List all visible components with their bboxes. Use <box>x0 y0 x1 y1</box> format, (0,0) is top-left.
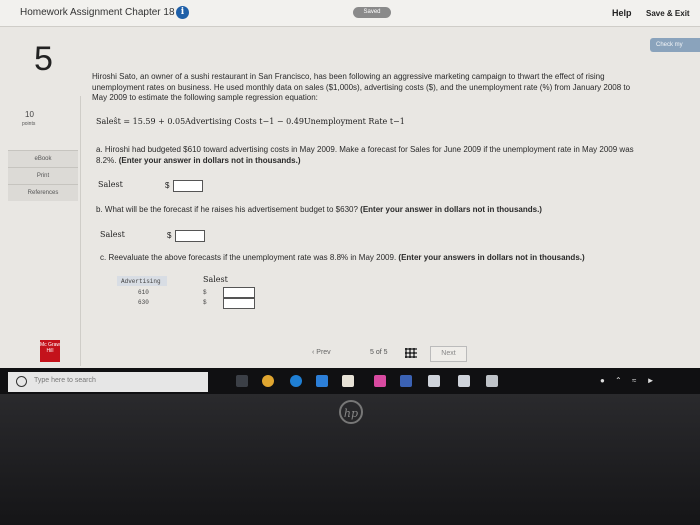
part-a-answer-input[interactable] <box>173 180 203 192</box>
system-tray[interactable]: ● ⌃ ≈ ► <box>600 376 659 385</box>
references-button[interactable]: References <box>8 184 78 201</box>
part-c-text: c. Reevaluate the above forecasts if the… <box>100 253 675 264</box>
question-number: 5 <box>34 40 53 78</box>
row-2-sales-input[interactable] <box>223 298 255 309</box>
store-icon[interactable] <box>342 375 354 387</box>
part-a-dollar: $ <box>165 181 170 190</box>
part-b-answer-input[interactable] <box>175 230 205 242</box>
part-b-sales-label: Salest <box>100 230 125 239</box>
grid-icon[interactable] <box>405 348 417 358</box>
part-c-instruction: (Enter your answers in dollars not in th… <box>398 253 585 262</box>
word-icon[interactable] <box>400 375 412 387</box>
part-b-prompt: b. What will be the forecast if he raise… <box>96 205 358 214</box>
part-a-sales-label: Salest <box>98 180 123 189</box>
app-icon[interactable] <box>374 375 386 387</box>
part-c-prompt: c. Reevaluate the above forecasts if the… <box>100 253 397 262</box>
next-button[interactable]: Next <box>430 346 467 362</box>
question-intro: Hiroshi Sato, an owner of a sushi restau… <box>92 72 631 102</box>
part-b-dollar: $ <box>167 231 172 240</box>
part-a-instruction: (Enter your answer in dollars not in tho… <box>118 155 301 165</box>
saved-status-badge: Saved <box>353 7 391 18</box>
row-2-advertising: 630 <box>138 299 149 306</box>
row-1-advertising: 610 <box>138 289 149 296</box>
assignment-title: Homework Assignment Chapter 18 <box>20 7 175 18</box>
info-icon[interactable]: i <box>176 6 189 19</box>
hp-logo: hp <box>339 400 363 424</box>
browser-screen: Homework Assignment Chapter 18 i Saved H… <box>0 0 700 368</box>
check-my-work-button[interactable]: Check my <box>650 38 700 52</box>
help-button[interactable]: Help <box>612 8 632 18</box>
mail-icon[interactable] <box>428 375 440 387</box>
part-b-text: b. What will be the forecast if he raise… <box>96 205 656 216</box>
chrome-icon[interactable] <box>262 375 274 387</box>
row-2-dollar: $ <box>203 299 207 306</box>
col-header-advertising: Advertising <box>121 278 161 285</box>
prev-label: Prev <box>316 349 331 356</box>
points-value: 10 <box>25 110 34 119</box>
dropbox-icon[interactable] <box>458 375 470 387</box>
row-1-sales-input[interactable] <box>223 287 255 298</box>
ebook-button[interactable]: eBook <box>8 150 78 167</box>
task-view-icon[interactable] <box>236 375 248 387</box>
print-button[interactable]: Print <box>8 167 78 184</box>
part-a-text: a. Hiroshi had budgeted $610 toward adve… <box>96 145 646 166</box>
col-header-sales: Salest <box>203 275 228 284</box>
mcgraw-hill-logo: Mc Graw Hill <box>40 340 60 362</box>
prev-button[interactable]: ‹ Prev <box>312 349 331 356</box>
part-b-instruction: (Enter your answer in dollars not in tho… <box>360 205 542 214</box>
edge-icon[interactable] <box>290 375 302 387</box>
search-placeholder: Type here to search <box>34 377 96 384</box>
assignment-header: Homework Assignment Chapter 18 i Saved H… <box>0 0 700 27</box>
amazon-icon[interactable] <box>316 375 328 387</box>
save-exit-button[interactable]: Save & Exit <box>646 9 690 18</box>
points-label: points <box>22 121 36 127</box>
calculator-icon[interactable] <box>486 375 498 387</box>
part-c-answer-table: Advertising Salest 610 $ 630 $ <box>117 275 257 310</box>
cortana-icon <box>16 376 27 387</box>
row-1-dollar: $ <box>203 289 207 296</box>
regression-equation: Saleŝt = 15.59 + 0.05Advertising Costs … <box>96 117 405 126</box>
sidebar-divider <box>80 96 81 366</box>
page-indicator: 5 of 5 <box>370 349 388 356</box>
